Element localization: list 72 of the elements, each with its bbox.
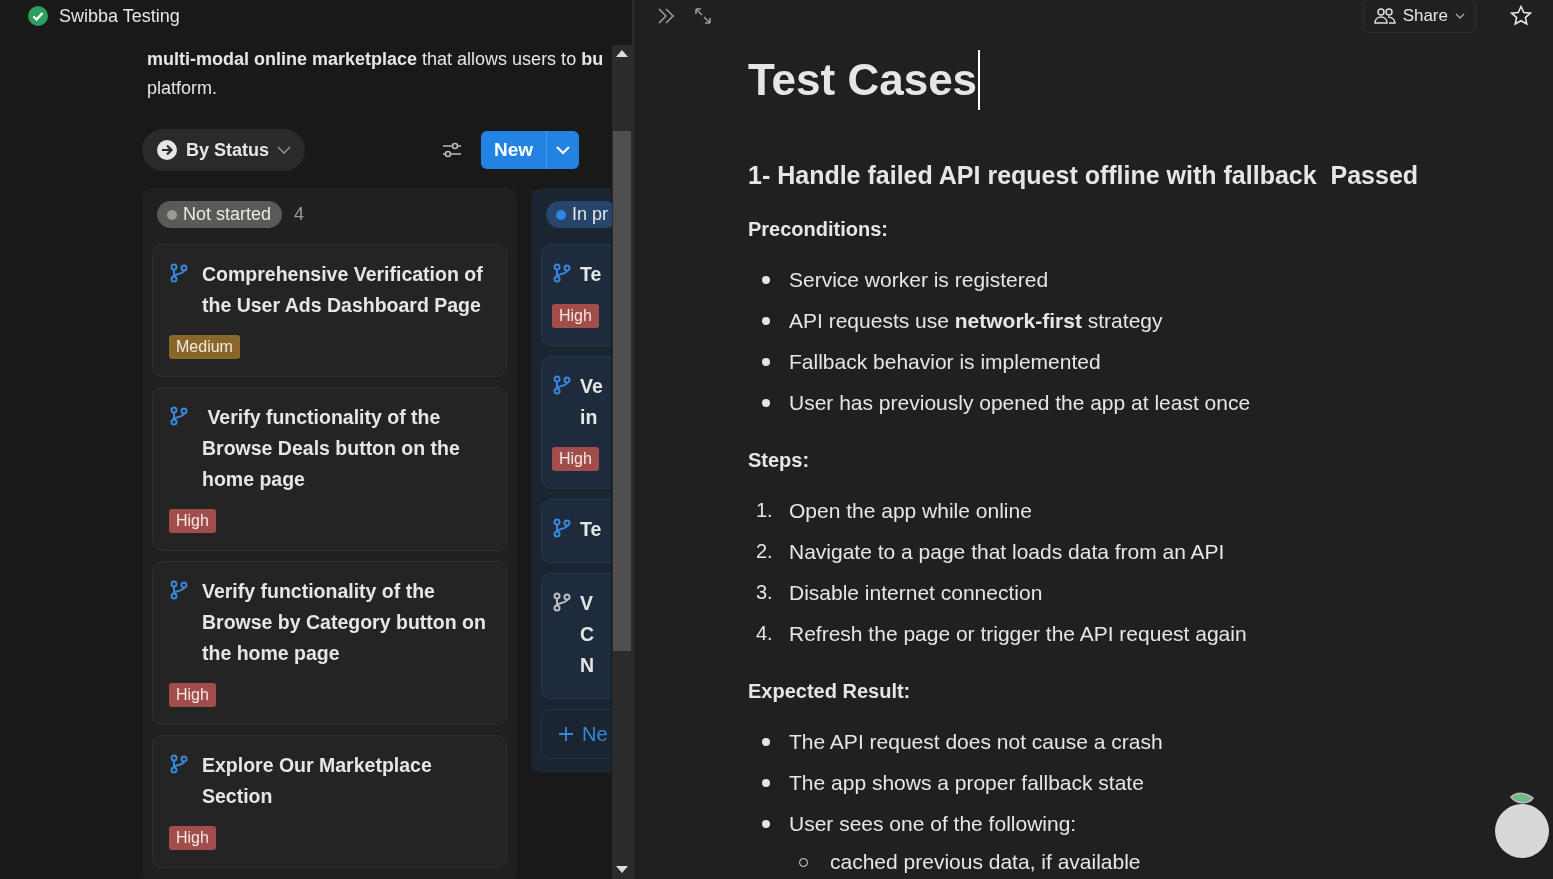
bullet-icon — [762, 819, 770, 828]
star-icon[interactable] — [1510, 5, 1532, 27]
group-by-button[interactable]: By Status — [142, 129, 306, 171]
card-title: Explore Our Marketplace Section — [202, 753, 433, 809]
chevron-down-icon — [277, 145, 292, 155]
expand-icon[interactable] — [694, 7, 712, 25]
task-card[interactable]: Explore Our Marketplace Section High — [152, 735, 507, 868]
list-item-text: Navigate to a page that loads data from an API — [789, 539, 1225, 565]
page-title[interactable]: Test Cases — [748, 50, 981, 110]
scroll-up-icon[interactable] — [616, 49, 628, 57]
bullet-icon — [762, 275, 770, 284]
card-title: Comprehensive Verification of the User Ads Dashboard Page — [202, 262, 484, 318]
double-chevron-icon[interactable] — [656, 7, 676, 25]
status-pill[interactable]: In pr — [546, 201, 612, 228]
card-title: Ve in — [580, 374, 600, 430]
task-card[interactable]: Te — [541, 499, 611, 563]
card-title: Verify functionality of the Browse by Category button on the home page — [202, 579, 487, 666]
section-label: Preconditions: — [748, 217, 889, 242]
filter-icon[interactable] — [440, 141, 463, 159]
priority-tag: High — [169, 826, 216, 850]
list-item-text: Service worker is registered — [789, 267, 1049, 293]
task-card[interactable]: Ve in High — [541, 356, 611, 489]
card-count: 4 — [294, 204, 305, 225]
chevron-down-icon — [1455, 12, 1465, 20]
task-card[interactable]: Verify functionality of the Browse by Category button on the home page High — [152, 561, 507, 725]
list-item-text: The app shows a proper fallback state — [789, 770, 1144, 796]
list-item-text: Disable internet connection — [789, 580, 1043, 606]
scroll-down-icon[interactable] — [616, 866, 628, 874]
new-button[interactable]: New — [480, 131, 579, 169]
new-card-button[interactable]: Ne — [541, 709, 611, 759]
list-item-text: The API request does not cause a crash — [789, 729, 1163, 755]
list-item-text: Refresh the page or trigger the API request again — [789, 621, 1247, 647]
bullet-icon — [762, 398, 770, 407]
priority-tag: Medium — [169, 335, 240, 359]
section-label: Steps: — [748, 448, 811, 473]
list-number: 1. — [755, 498, 774, 523]
priority-tag: High — [169, 683, 216, 707]
section-heading: 1- Handle failed API request offline with fallback Passed — [748, 160, 1420, 191]
card-title: Te — [580, 262, 600, 287]
status-pill[interactable]: Not started — [157, 201, 283, 228]
bullet-icon — [762, 778, 770, 787]
priority-tag: High — [169, 509, 216, 533]
list-item-text: User sees one of the following: — [789, 811, 1077, 837]
list-number: 2. — [755, 539, 774, 564]
workspace-title[interactable]: Swibba Testing — [59, 5, 180, 27]
list-item-text: Open the app while online — [789, 498, 1032, 524]
card-title: V C N — [580, 591, 596, 678]
task-card[interactable]: V C N — [541, 573, 611, 699]
description-text: multi-modal online marketplace that allows users to bu platform. — [146, 48, 605, 100]
plus-icon — [558, 726, 574, 742]
priority-tag: High — [552, 447, 599, 471]
list-item-text: API requests use network-first strategy — [789, 308, 1163, 334]
card-title: Verify functionality of the Browse Deals button on the home page — [202, 405, 461, 492]
chevron-down-icon[interactable] — [556, 145, 570, 155]
task-card[interactable]: Verify functionality of the Browse Deals button on the home page High — [152, 387, 507, 551]
scrollbar[interactable] — [612, 45, 632, 879]
task-card[interactable]: Te High — [541, 244, 611, 346]
list-number: 4. — [755, 621, 774, 646]
list-item-text: User has previously opened the app at least once — [789, 390, 1251, 416]
list-item-text: Fallback behavior is implemented — [789, 349, 1101, 375]
people-icon — [1373, 7, 1396, 25]
check-icon — [27, 5, 49, 27]
section-label: Expected Result: — [748, 679, 912, 704]
arrow-right-icon — [156, 139, 178, 161]
list-number: 3. — [755, 580, 774, 605]
task-card[interactable]: Comprehensive Verification of the User Ads Dashboard Page Medium — [152, 244, 507, 377]
card-title: Te — [580, 517, 600, 542]
bullet-icon — [762, 737, 770, 746]
list-item-text: cached previous data, if available — [830, 849, 1141, 875]
bullet-icon — [762, 316, 770, 325]
priority-tag: High — [552, 304, 599, 328]
bullet-icon — [762, 357, 770, 366]
